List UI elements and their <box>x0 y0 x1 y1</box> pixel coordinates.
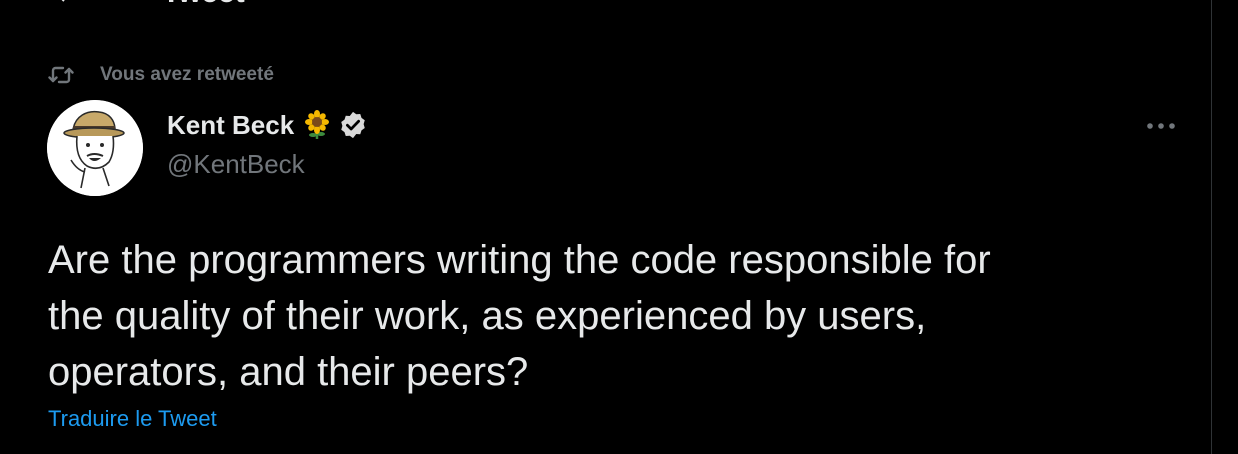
retweet-context-label: Vous avez retweeté <box>100 64 274 85</box>
author-name-row: Kent Beck <box>167 107 368 143</box>
more-horizontal-icon <box>1146 117 1176 135</box>
more-options-button[interactable] <box>1143 114 1179 138</box>
verified-badge-icon <box>338 110 368 140</box>
translate-tweet-link[interactable]: Traduire le Tweet <box>48 406 217 432</box>
author-handle[interactable]: @KentBeck <box>167 149 368 180</box>
retweet-icon <box>48 64 74 86</box>
tweet-header: Tweet <box>0 0 1211 10</box>
sunflower-icon <box>302 110 332 140</box>
column-divider <box>1211 0 1212 454</box>
tweet-author: Kent Beck @KentBeck <box>167 107 368 180</box>
retweet-context: Vous avez retweeté <box>48 63 274 87</box>
arrow-left-icon[interactable] <box>52 0 76 6</box>
avatar[interactable] <box>47 100 143 196</box>
page-title: Tweet <box>162 0 245 10</box>
author-name[interactable]: Kent Beck <box>167 110 294 141</box>
tweet-text: Are the programmers writing the code res… <box>48 238 991 394</box>
